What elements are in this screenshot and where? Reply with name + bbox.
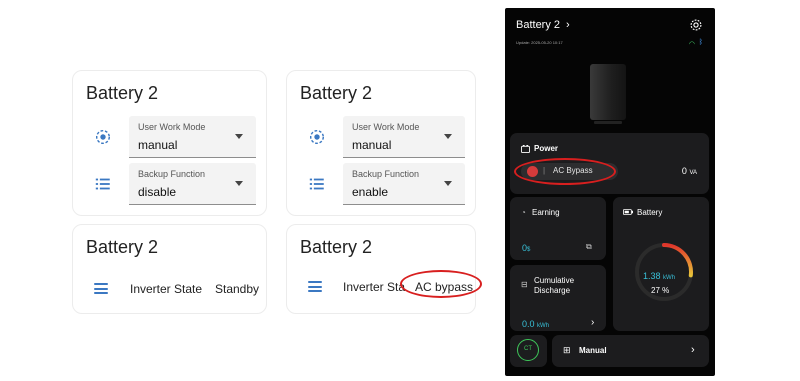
list-icon [309, 178, 324, 190]
work-mode-label: User Work Mode [352, 122, 420, 132]
backup-function-row[interactable]: Backup Function enable [300, 163, 465, 205]
chevron-right-icon[interactable]: › [591, 317, 594, 328]
discharge-label: Discharge [534, 286, 571, 295]
chevron-down-icon[interactable] [235, 134, 243, 139]
work-mode-value: manual [352, 138, 392, 152]
gear-icon[interactable] [689, 18, 703, 32]
backup-function-select[interactable]: Backup Function enable [343, 163, 465, 205]
chevron-right-icon: › [566, 19, 570, 31]
battery-energy: 1.38 kWh [643, 271, 675, 281]
work-mode-value: manual [138, 138, 178, 152]
work-mode-row[interactable]: User Work Mode manual [86, 116, 256, 158]
wifi-icon: ◠ [688, 41, 695, 48]
chevron-down-icon[interactable] [235, 181, 243, 186]
chevron-down-icon[interactable] [444, 181, 452, 186]
inverter-state-name[interactable]: Inverter State [130, 282, 202, 296]
work-mode-select[interactable]: User Work Mode manual [129, 116, 256, 158]
inverter-card-right: Battery 2 Inverter Sta AC bypass [286, 224, 476, 314]
backup-function-value: disable [138, 185, 177, 199]
chevron-down-icon[interactable] [444, 134, 452, 139]
menu-icon [94, 283, 108, 294]
backup-function-select[interactable]: Backup Function disable [129, 163, 256, 205]
cumulative-discharge-tile[interactable]: ⊟ Cumulative Discharge 0.0 kWh › [510, 265, 606, 331]
chevron-right-icon: › [691, 344, 695, 356]
backup-function-label: Backup Function [352, 169, 420, 179]
cumulative-unit: kWh [537, 323, 550, 329]
battery-card-left-top: Battery 2 User Work Mode manual Backup F… [72, 70, 267, 216]
device-title[interactable]: Battery 2 › [516, 19, 570, 31]
power-number: 0 [681, 166, 687, 176]
earning-value: 0$ [522, 243, 530, 253]
work-mode-icon [309, 129, 325, 145]
earning-unit: $ [527, 247, 531, 253]
update-time: Update: 2025-05-20 10:17 [516, 40, 563, 45]
battery-card-right-top: Battery 2 User Work Mode manual Backup F… [286, 70, 476, 216]
card-title: Battery 2 [86, 237, 159, 257]
earning-tile[interactable]: ◔ Earning 0$ ⧉ [510, 197, 606, 260]
cumulative-label: Cumulative [534, 276, 575, 285]
menu-icon [308, 281, 322, 292]
backup-function-row[interactable]: Backup Function disable [86, 163, 256, 205]
power-icon [521, 145, 530, 153]
highlight-oval [400, 270, 482, 298]
mobile-app-screen: Battery 2 › Update: 2025-05-20 10:17 ◠ ᛒ … [505, 8, 715, 376]
highlight-oval [514, 158, 616, 185]
cumulative-value: 0.0 kWh [522, 319, 549, 329]
battery-icon [623, 209, 633, 215]
mode-label: Manual [579, 346, 607, 355]
battery-soc: 27 % [651, 286, 670, 295]
card-title: Battery 2 [300, 237, 373, 257]
grid-icon: ⊞ [563, 345, 571, 355]
device-title-text: Battery 2 [516, 19, 561, 31]
battery-energy-number: 1.38 [643, 271, 661, 281]
list-icon [95, 178, 110, 190]
card-title: Battery 2 [86, 83, 159, 103]
work-mode-label: User Work Mode [138, 122, 206, 132]
earning-icon: ◔ [521, 208, 526, 217]
bluetooth-icon: ᛒ [698, 39, 703, 46]
battery-label: Battery [637, 208, 663, 217]
battery-energy-unit: kWh [663, 275, 676, 281]
cumulative-number: 0.0 [522, 319, 535, 329]
work-mode-row[interactable]: User Work Mode manual [300, 116, 465, 158]
power-unit: VA [689, 170, 697, 176]
work-mode-select[interactable]: User Work Mode manual [343, 116, 465, 158]
power-value: 0 VA [682, 166, 697, 176]
inverter-state-value: Standby [215, 282, 260, 296]
earning-label: Earning [532, 208, 560, 217]
battery-device-image [590, 64, 626, 124]
battery-tile[interactable]: Battery 1.38 kWh 27 % [613, 197, 709, 331]
export-icon[interactable]: ⧉ [586, 242, 592, 252]
discharge-icon: ⊟ [521, 280, 528, 289]
ct-button[interactable]: CT [517, 339, 539, 361]
power-label: Power [534, 144, 559, 153]
card-title: Battery 2 [300, 83, 373, 103]
work-mode-icon [95, 129, 111, 145]
mode-button[interactable]: ⊞ Manual › [552, 335, 709, 367]
inverter-card-left: Battery 2 Inverter State Standby [72, 224, 267, 314]
inverter-state-name[interactable]: Inverter Sta [343, 280, 405, 294]
backup-function-value: enable [352, 185, 389, 199]
backup-function-label: Backup Function [138, 169, 206, 179]
